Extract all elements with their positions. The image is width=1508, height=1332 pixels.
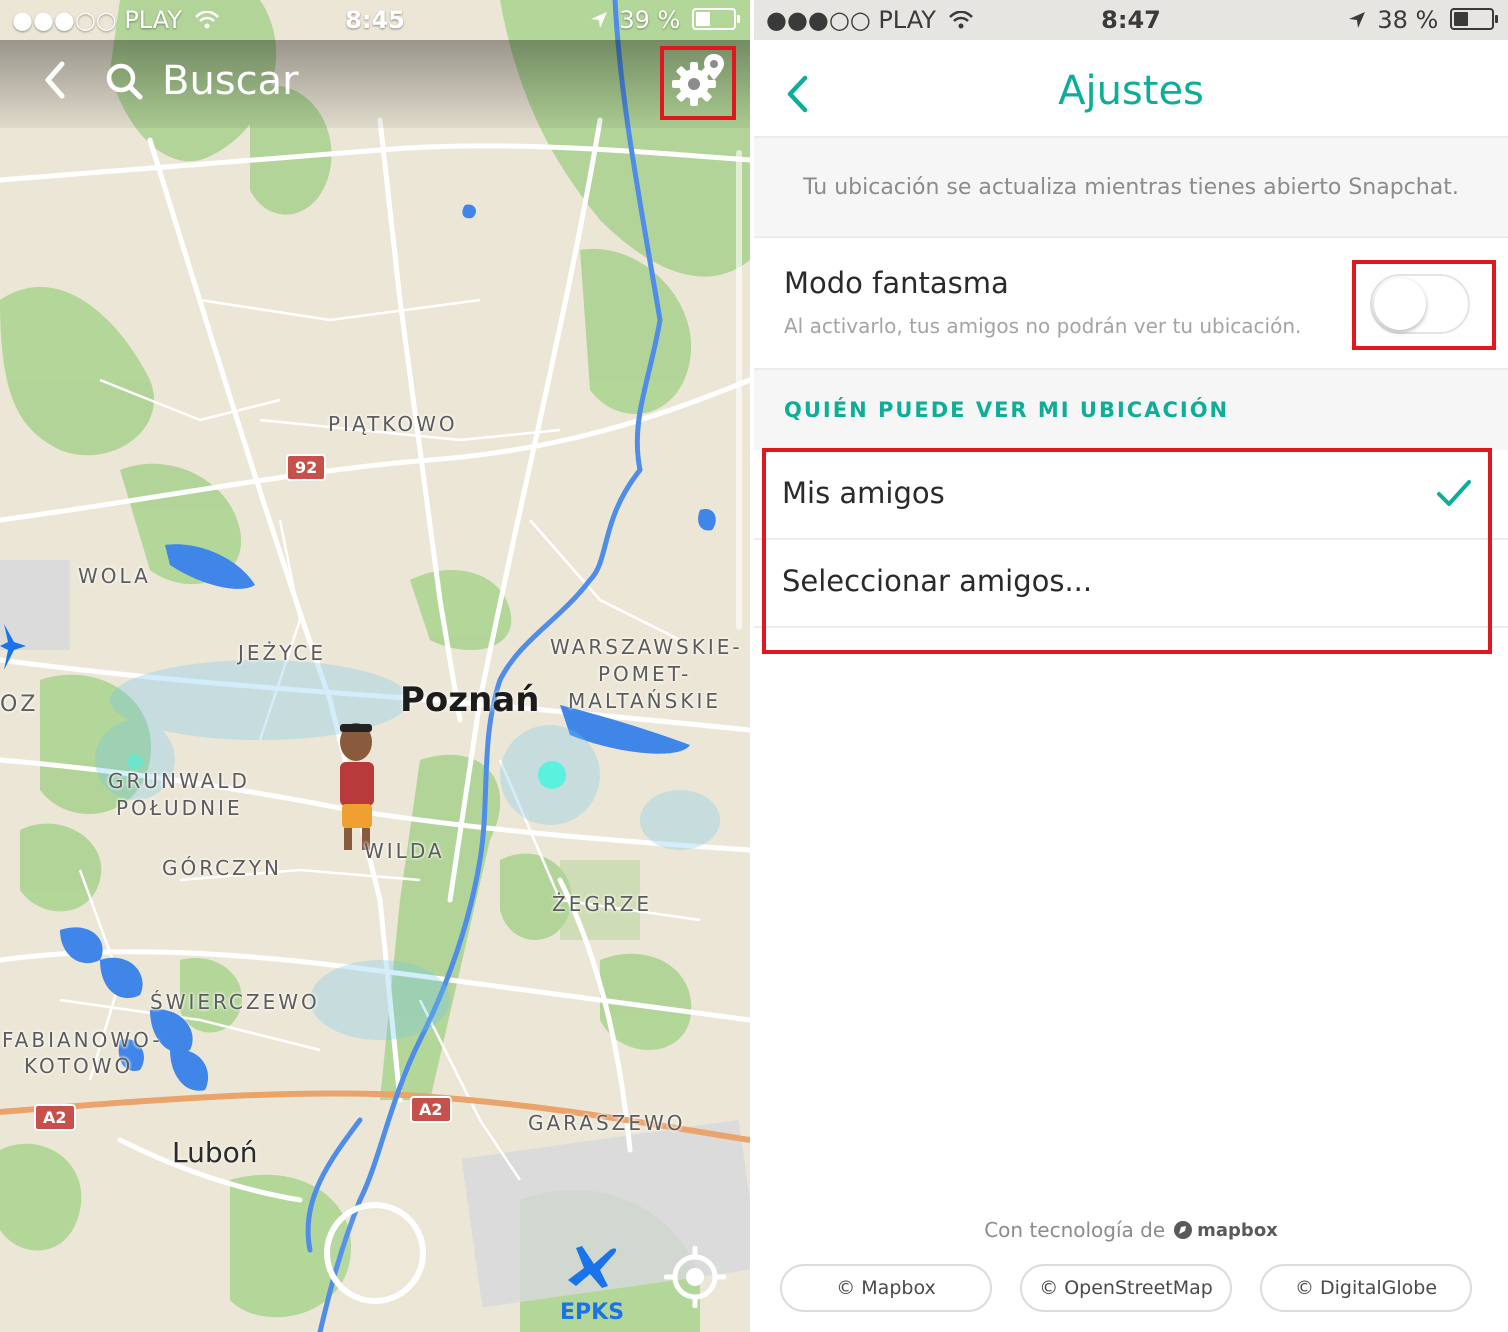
district-label: KOTOWO bbox=[24, 1054, 134, 1078]
powered-by-text: Con tecnología de bbox=[984, 1218, 1166, 1242]
town-label: Luboń bbox=[172, 1136, 258, 1169]
airplane-icon bbox=[0, 624, 26, 670]
district-label: WILDA bbox=[364, 839, 445, 863]
scrollbar[interactable] bbox=[736, 150, 742, 630]
credit-digitalglobe-button[interactable]: © DigitalGlobe bbox=[1260, 1264, 1472, 1312]
district-label: GÓRCZYN bbox=[162, 856, 282, 880]
chevron-left-icon[interactable] bbox=[40, 60, 70, 100]
district-label: MALTAŃSKIE bbox=[568, 689, 721, 713]
district-label: ŻEGRZE bbox=[552, 892, 653, 916]
status-bar: ●●●○○ PLAY 8:47 38 % bbox=[754, 0, 1508, 40]
mapbox-logo: mapbox bbox=[1173, 1220, 1278, 1241]
section-title: QUIÉN PUEDE VER MI UBICACIÓN bbox=[784, 398, 1230, 422]
district-label: OZ bbox=[0, 692, 39, 717]
battery-icon bbox=[1450, 8, 1498, 30]
info-text: Tu ubicación se actualiza mientras tiene… bbox=[754, 138, 1508, 238]
battery-status: 38 % bbox=[1348, 6, 1498, 34]
battery-fill bbox=[1454, 12, 1468, 26]
airport-label: EPKS bbox=[560, 1300, 625, 1325]
battery-status: 39 % bbox=[590, 6, 740, 34]
page-title: Ajustes bbox=[1058, 68, 1204, 114]
highlight-box bbox=[762, 448, 1492, 654]
location-arrow-icon bbox=[590, 12, 607, 28]
road-shield: A2 bbox=[410, 1096, 452, 1123]
battery-fill bbox=[696, 12, 711, 26]
ghost-mode-title: Modo fantasma bbox=[784, 266, 1009, 300]
settings-screen: ●●●○○ PLAY 8:47 38 % Ajustes Tu ubicació… bbox=[754, 0, 1508, 1332]
district-label: ŚWIERCZEWO bbox=[150, 990, 320, 1014]
mapbox-brand: mapbox bbox=[1197, 1219, 1278, 1241]
ghost-mode-subtitle: Al activarlo, tus amigos no podrán ver t… bbox=[784, 314, 1302, 338]
crosshair-icon[interactable] bbox=[664, 1246, 726, 1308]
road-shield: A2 bbox=[34, 1104, 76, 1131]
credit-mapbox-button[interactable]: © Mapbox bbox=[780, 1264, 992, 1312]
highlight-box bbox=[1352, 260, 1496, 350]
capture-button[interactable] bbox=[322, 1200, 428, 1306]
search-icon bbox=[106, 63, 143, 100]
district-label: JEŻYCE bbox=[238, 641, 326, 665]
map-screen: PIĄTKOWO WOLA JEŻYCE WARSZAWSKIE- POMET-… bbox=[0, 0, 750, 1332]
district-label: POMET- bbox=[598, 662, 692, 686]
district-label: FABIANOWO- bbox=[2, 1028, 163, 1052]
district-label: POŁUDNIE bbox=[116, 796, 243, 820]
highlight-box bbox=[660, 46, 736, 120]
status-bar: ●●●○○ PLAY 8:45 39 % bbox=[0, 0, 750, 40]
credit-openstreetmap-button[interactable]: © OpenStreetMap bbox=[1020, 1264, 1232, 1312]
search-label: Buscar bbox=[162, 58, 299, 104]
airplane-icon bbox=[568, 1246, 617, 1288]
battery-icon bbox=[692, 8, 740, 30]
road-shield: 92 bbox=[286, 454, 327, 481]
mapbox-icon bbox=[1174, 1221, 1193, 1239]
powered-by: Con tecnología de mapbox bbox=[754, 1218, 1508, 1242]
district-label: WARSZAWSKIE- bbox=[550, 635, 743, 659]
district-label: GARASZEWO bbox=[528, 1111, 686, 1135]
settings-header: Ajustes bbox=[754, 40, 1508, 138]
city-label: Poznań bbox=[400, 680, 540, 720]
district-label: WOLA bbox=[78, 564, 151, 588]
location-arrow-icon bbox=[1348, 12, 1365, 28]
district-label: GRUNWALD bbox=[108, 769, 250, 793]
district-label: PIĄTKOWO bbox=[328, 412, 458, 436]
search-button[interactable]: Buscar bbox=[104, 54, 299, 108]
